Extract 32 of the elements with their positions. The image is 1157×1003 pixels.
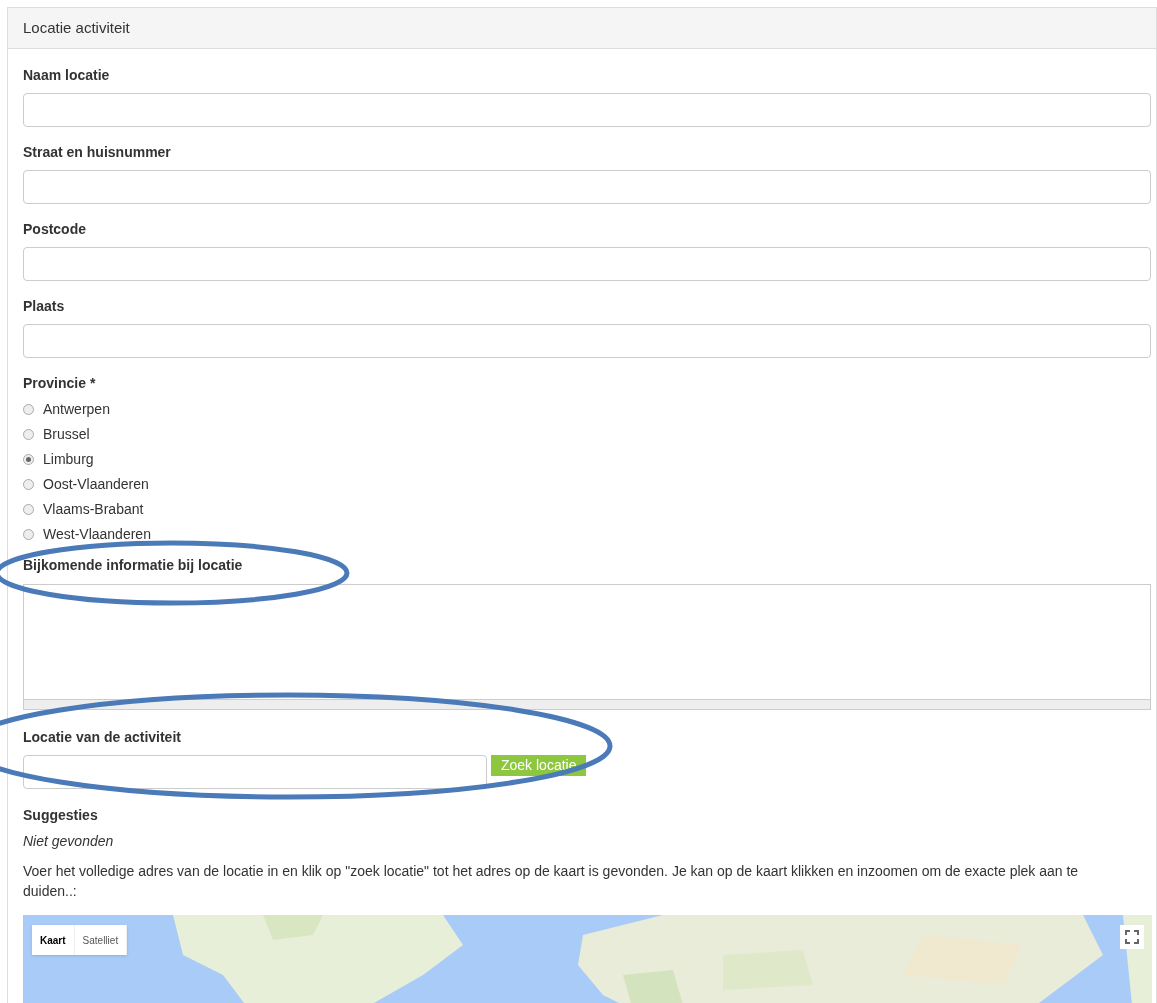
location-input[interactable]: [23, 755, 487, 789]
radio-button[interactable]: [23, 454, 34, 465]
suggestions-label: Suggesties: [23, 806, 99, 825]
radio-label[interactable]: Oost-Vlaanderen: [43, 474, 149, 495]
field-label: Locatie van de activiteit: [23, 728, 182, 747]
map-type-button[interactable]: Satelliet: [74, 925, 128, 955]
map-type-button[interactable]: Kaart: [32, 925, 75, 955]
input-field[interactable]: [23, 324, 1151, 358]
field-label: Straat en huisnummer: [23, 143, 172, 162]
textarea-field[interactable]: [23, 584, 1151, 710]
field-label: Bijkomende informatie bij locatie: [23, 556, 244, 575]
input-field[interactable]: [23, 170, 1151, 204]
radio-button[interactable]: [23, 504, 34, 515]
radio-button[interactable]: [23, 404, 34, 415]
radio-button[interactable]: [23, 429, 34, 440]
field-label: Provincie *: [23, 374, 97, 393]
input-field[interactable]: [23, 93, 1151, 127]
fullscreen-icon[interactable]: [1120, 925, 1144, 949]
field-label: Plaats: [23, 297, 66, 316]
radio-button[interactable]: [23, 479, 34, 490]
field-label: Postcode: [23, 220, 87, 239]
suggestions-result: Niet gevonden: [23, 832, 115, 851]
radio-label[interactable]: Limburg: [43, 449, 94, 470]
radio-label[interactable]: Vlaams-Brabant: [43, 499, 144, 520]
radio-label[interactable]: Brussel: [43, 424, 90, 445]
radio-label[interactable]: Antwerpen: [43, 399, 110, 420]
panel-title: Locatie activiteit: [23, 17, 130, 38]
radio-button[interactable]: [23, 529, 34, 540]
input-field[interactable]: [23, 247, 1151, 281]
instructions-text: Voer het volledige adres van de locatie in en klik op "zoek locatie" tot het adres op de kaart is gevonden. Je kan op de kaart klikken en inzoomen om de exacte plek aan te duiden..:: [23, 862, 1080, 901]
radio-label[interactable]: West-Vlaanderen: [43, 524, 151, 545]
field-label: Naam locatie: [23, 66, 111, 85]
